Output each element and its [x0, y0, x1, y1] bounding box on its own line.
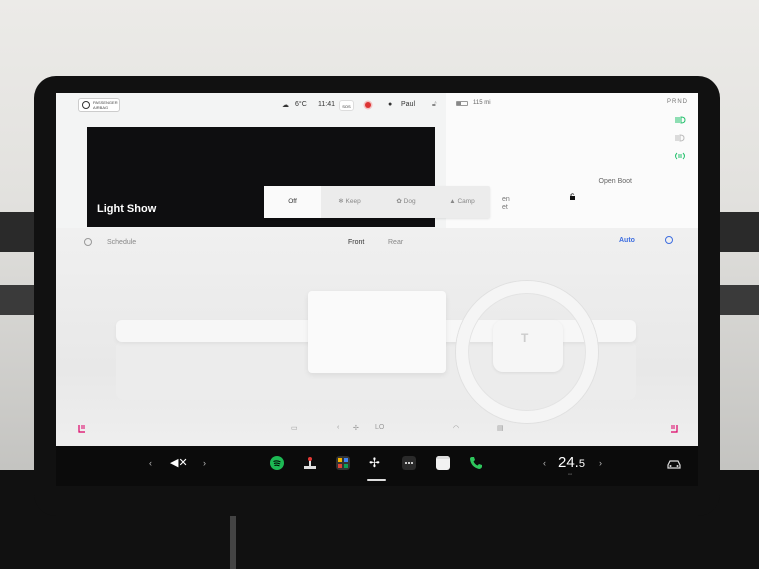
screen-defrost-icon[interactable]: ▭	[291, 424, 298, 432]
fan-level: LO	[375, 424, 385, 431]
gear-indicator: PRND	[666, 99, 688, 105]
passenger-airbag-indicator: PASSENGER AIRBAG	[78, 98, 120, 112]
fog-light-icon[interactable]	[674, 152, 686, 160]
temp-down-button[interactable]: ‹	[543, 458, 546, 468]
tab-front[interactable]: Front	[348, 239, 364, 246]
dog-icon: ✿	[396, 198, 404, 205]
cabin-temperature[interactable]: 24.5	[558, 454, 585, 471]
seat-heater-icon[interactable]	[76, 423, 88, 435]
person-icon: ●	[388, 101, 393, 108]
clock-time: 11:41	[318, 101, 335, 108]
fan-icon: ✢	[353, 425, 359, 432]
headlight-icon[interactable]	[674, 116, 686, 124]
open-boot-button[interactable]: Open Boot	[598, 177, 632, 186]
volume-down-button[interactable]: ‹	[149, 458, 152, 468]
airbag-off-icon	[82, 101, 90, 109]
front-defrost-icon[interactable]: ◠	[453, 424, 459, 432]
range-readout: 115 mi	[473, 100, 491, 106]
spotify-icon[interactable]	[270, 456, 284, 470]
schedule-button[interactable]: Schedule	[107, 239, 136, 246]
phone-icon[interactable]	[469, 456, 483, 470]
parking-light-icon[interactable]	[674, 134, 686, 142]
mode-keep[interactable]: ❄︎ Keep	[321, 186, 378, 218]
joystick-icon[interactable]	[303, 456, 317, 470]
active-app-indicator	[367, 479, 386, 481]
apps-icon[interactable]	[336, 456, 350, 470]
fan-decrease-button[interactable]: ‹	[337, 424, 339, 431]
car-icon[interactable]	[666, 459, 682, 469]
weather-icon: ☁	[282, 102, 289, 109]
clock-icon	[84, 238, 92, 246]
seat-occupancy-icon: ◦◦	[568, 472, 573, 478]
cabin-center-screen-render	[308, 291, 446, 373]
steering-wheel-hub	[493, 320, 563, 372]
car-lock-icon[interactable]	[569, 193, 576, 200]
open-frunk-label[interactable]: en et	[502, 196, 514, 212]
auto-button[interactable]: Auto	[619, 237, 635, 244]
airbag-label: PASSENGER AIRBAG	[93, 100, 118, 110]
climate-keep-mode-selector: Off ❄︎ Keep ✿ Dog ▲ Camp	[264, 186, 490, 218]
sos-button[interactable]: SOS	[339, 100, 354, 111]
mode-off[interactable]: Off	[264, 186, 321, 218]
calendar-icon[interactable]	[436, 456, 450, 470]
weather-temp: 6°C	[295, 101, 307, 108]
mode-dog[interactable]: ✿ Dog	[378, 186, 434, 218]
touchscreen: PASSENGER AIRBAG ☁ 6°C 11:41 SOS ● Paul …	[56, 93, 698, 486]
taskbar: ‹ ◀✕ › ✢ ‹ 24.5 › ◦◦	[56, 446, 698, 486]
mode-camp[interactable]: ▲ Camp	[434, 186, 490, 218]
temp-up-button[interactable]: ›	[599, 458, 602, 468]
fan-icon[interactable]: ✢	[369, 455, 380, 471]
light-show-title: Light Show	[97, 203, 157, 215]
power-icon[interactable]	[665, 236, 673, 244]
dots-icon[interactable]	[402, 456, 416, 470]
volume-up-button[interactable]: ›	[203, 458, 206, 468]
rear-defrost-icon[interactable]: ▤	[497, 424, 504, 432]
tesla-logo: T	[521, 331, 529, 345]
seat-heater-icon[interactable]	[668, 423, 680, 435]
user-name[interactable]: Paul	[401, 101, 415, 108]
speaker-mute-icon[interactable]: ◀✕	[170, 456, 188, 469]
battery-icon	[456, 101, 468, 106]
tab-rear[interactable]: Rear	[388, 239, 403, 246]
keep-icon: ❄︎	[338, 198, 346, 205]
lock-icon[interactable]: 🔓︎	[432, 101, 437, 109]
recording-indicator[interactable]	[365, 102, 371, 108]
